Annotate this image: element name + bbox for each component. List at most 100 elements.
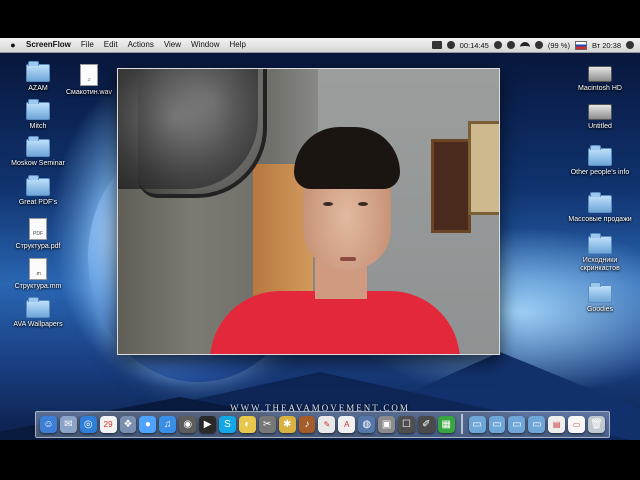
dock-separator bbox=[460, 414, 463, 434]
desktop-icon-label: Смакотин.wav bbox=[65, 89, 113, 96]
clock[interactable]: Вт 20:38 bbox=[592, 41, 621, 50]
menu-edit[interactable]: Edit bbox=[104, 38, 118, 52]
dock-item-folder-docs[interactable]: ▭ bbox=[488, 416, 506, 433]
desktop-icon-other-peoples-info[interactable]: Other people's info bbox=[565, 145, 635, 177]
dock-item-mail[interactable]: ✉ bbox=[59, 416, 77, 433]
dock-item-stack-white[interactable]: ▭ bbox=[568, 416, 586, 433]
menu-actions[interactable]: Actions bbox=[128, 38, 154, 52]
desktop-icon-smakotin-wav[interactable]: ♫ Смакотин.wav bbox=[54, 64, 124, 97]
dock-item-screenflow[interactable]: ▣ bbox=[378, 416, 396, 433]
folder-icon bbox=[26, 175, 50, 196]
desktop-icon-label: Moskow Seminar bbox=[11, 160, 65, 167]
recording-time[interactable]: 00:14:45 bbox=[460, 41, 489, 50]
video-person-mouth bbox=[340, 257, 356, 261]
desktop-icon-label: Macintosh HD bbox=[578, 85, 622, 92]
utility-icon: ☐ bbox=[401, 419, 411, 430]
dock-item-pencil[interactable]: ✐ bbox=[417, 416, 435, 433]
desktop-icon-label: Структура.pdf bbox=[15, 243, 61, 250]
desktop-icon-ava-wallpapers[interactable]: AVA Wallpapers bbox=[3, 297, 73, 329]
dock-item-document-stack[interactable]: ▤ bbox=[548, 416, 566, 433]
desktop-icon-mitch[interactable]: Mitch bbox=[3, 99, 73, 131]
dock-item-finder[interactable]: ☺ bbox=[40, 416, 57, 433]
dock-item-safari[interactable]: ◎ bbox=[79, 416, 97, 433]
dock-item-skype[interactable]: S bbox=[219, 416, 236, 433]
menu-view[interactable]: View bbox=[164, 38, 181, 52]
dock-item-itunes[interactable]: ♫ bbox=[159, 416, 177, 433]
desktop-icon-goodies[interactable]: Goodies bbox=[565, 282, 635, 314]
apple-menu-icon[interactable]: ● bbox=[8, 40, 18, 50]
dock-item-guitar[interactable]: ♪ bbox=[298, 416, 316, 433]
menu-app-name[interactable]: ScreenFlow bbox=[26, 38, 71, 52]
chart-icon: ▦ bbox=[441, 419, 451, 430]
menu-bar: ● ScreenFlow File Edit Actions View Wind… bbox=[0, 38, 640, 53]
guitar-icon: ♪ bbox=[304, 419, 310, 430]
dock-item-folder-downloads[interactable]: ▭ bbox=[508, 416, 526, 433]
battery-percent[interactable]: (99 %) bbox=[548, 41, 570, 50]
dock-item-textedit[interactable]: ✎ bbox=[318, 416, 336, 433]
screenflow-icon: ▣ bbox=[381, 419, 392, 430]
mail-icon: ✉ bbox=[64, 419, 73, 430]
ichat-icon: ● bbox=[144, 419, 151, 430]
scissors-icon: ✂ bbox=[263, 419, 272, 430]
dock-item-adium[interactable]: ◐ bbox=[238, 416, 256, 433]
dock-item-utility[interactable]: ☐ bbox=[398, 416, 415, 433]
dock-item-quicktime[interactable]: ▶ bbox=[199, 416, 217, 433]
preview-icon: ❖ bbox=[123, 419, 133, 430]
sync-icon[interactable] bbox=[493, 41, 502, 49]
desktop-icon-massovye-prodazhi[interactable]: Массовые продажи bbox=[565, 192, 635, 224]
folder-icon bbox=[588, 233, 612, 254]
spotlight-icon[interactable] bbox=[626, 41, 634, 49]
dock-item-trash[interactable]: 🗑 bbox=[588, 416, 605, 433]
desktop-icon-struktura-mm[interactable]: .m Структура.mm bbox=[3, 258, 73, 291]
dock-item-preview[interactable]: ❖ bbox=[119, 416, 137, 433]
status-area: 00:14:45 (99 %) Вт 20:38 bbox=[431, 38, 634, 52]
wifi-icon[interactable] bbox=[519, 41, 530, 49]
desktop-icon-label: Массовые продажи bbox=[568, 216, 632, 223]
dvd-icon: ◍ bbox=[362, 419, 372, 430]
folder-stack-icon: ▭ bbox=[532, 419, 542, 430]
dock-item-appzapper[interactable]: A bbox=[338, 416, 356, 433]
dock-item-folder-apps[interactable]: ▭ bbox=[468, 416, 486, 433]
desktop-icon-great-pdfs[interactable]: Great PDF's bbox=[3, 175, 73, 207]
volume-icon[interactable] bbox=[534, 41, 543, 49]
dock-item-chart[interactable]: ▦ bbox=[437, 416, 455, 433]
screenflow-status-icon[interactable] bbox=[431, 41, 442, 49]
desktop-icon-macintosh-hd[interactable]: Macintosh HD bbox=[565, 66, 635, 93]
desktop-icon-label: Other people's info bbox=[570, 169, 630, 176]
dock-item-pinwheel[interactable]: ✱ bbox=[278, 416, 296, 433]
document-stack-icon: ▤ bbox=[552, 420, 561, 429]
desktop-icon-untitled[interactable]: Untitled bbox=[565, 104, 635, 131]
dock-item-dvd[interactable]: ◍ bbox=[358, 416, 376, 433]
ical-icon: 29 bbox=[103, 420, 113, 429]
dock-item-ical[interactable]: 29 bbox=[99, 416, 117, 433]
pdf-document-icon: PDF bbox=[29, 218, 47, 240]
dock: ☺ ✉ ◎ 29 ❖ ● ♫ ◉ ▶ S ◐ ✂ ✱ ♪ ✎ A ◍ ▣ ☐ ✐ ▦ ▭ ▭ ▭ ▭ ▤ ▭ 🗑 bbox=[35, 411, 610, 438]
desktop-icon-ishodniki-skrinkastov[interactable]: Исходники скринкастов bbox=[565, 233, 635, 273]
photo-icon: ◉ bbox=[183, 419, 193, 430]
folder-icon bbox=[588, 145, 612, 166]
video-background-picture bbox=[468, 121, 499, 215]
record-icon[interactable] bbox=[446, 41, 455, 49]
pinwheel-icon: ✱ bbox=[282, 419, 292, 430]
folder-icon bbox=[588, 282, 612, 303]
desktop-icon-label: Исходники скринкастов bbox=[580, 257, 620, 272]
desktop-icon-moskow-seminar[interactable]: Moskow Seminar bbox=[3, 136, 73, 168]
timemachine-icon[interactable] bbox=[506, 41, 515, 49]
video-pop-filter bbox=[138, 69, 267, 198]
stack-white-icon: ▭ bbox=[572, 420, 581, 429]
menu-file[interactable]: File bbox=[81, 38, 94, 52]
menu-help[interactable]: Help bbox=[229, 38, 245, 52]
desktop-icon-label: Структура.mm bbox=[14, 283, 62, 290]
desktop-icon-label: Mitch bbox=[29, 123, 47, 130]
menu-window[interactable]: Window bbox=[191, 38, 219, 52]
audio-file-icon: ♫ bbox=[80, 64, 98, 86]
input-source-flag-icon[interactable] bbox=[574, 40, 587, 50]
desktop-icon-label: Goodies bbox=[586, 306, 614, 313]
dock-item-photo[interactable]: ◉ bbox=[179, 416, 197, 433]
dock-item-scissors[interactable]: ✂ bbox=[258, 416, 276, 433]
hard-disk-icon bbox=[588, 66, 612, 82]
desktop-icon-label: Great PDF's bbox=[18, 199, 58, 206]
dock-item-folder-stack[interactable]: ▭ bbox=[528, 416, 546, 433]
desktop-icon-struktura-pdf[interactable]: PDF Структура.pdf bbox=[3, 218, 73, 251]
dock-item-ichat[interactable]: ● bbox=[139, 416, 157, 433]
